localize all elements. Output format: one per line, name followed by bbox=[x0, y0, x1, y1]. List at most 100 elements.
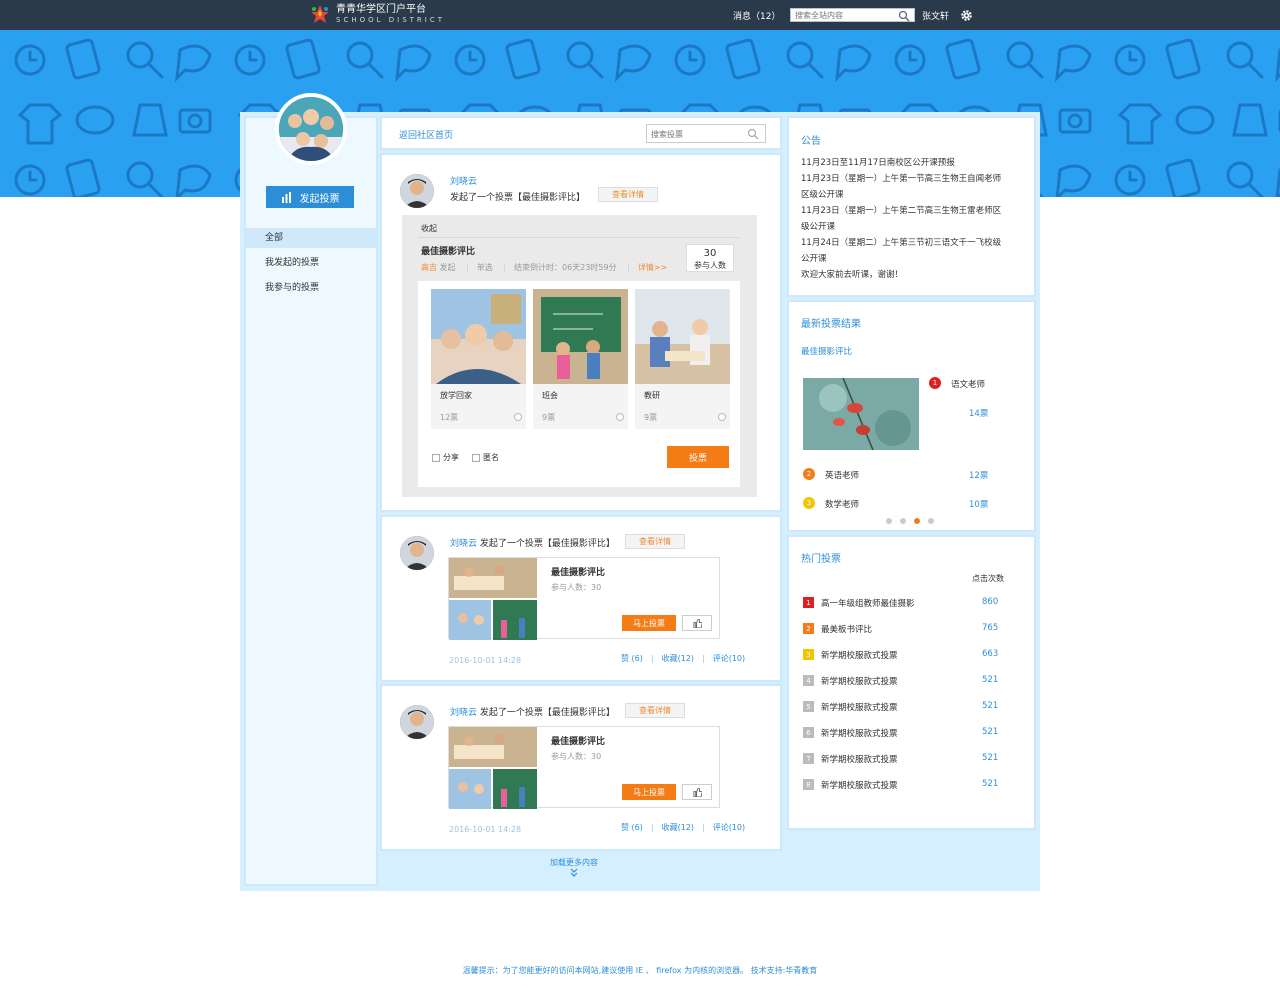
notice-line[interactable]: 区级公开课 bbox=[801, 187, 1026, 203]
hot-vote-count: 521 bbox=[982, 701, 999, 711]
back-to-community-link[interactable]: 返回社区首页 bbox=[399, 128, 453, 141]
collapse-link[interactable]: 收起 bbox=[421, 223, 437, 234]
vote-now-button[interactable]: 马上投票 bbox=[622, 784, 676, 800]
anonymous-checkbox[interactable]: 匿名 bbox=[472, 452, 499, 463]
carousel-dot[interactable] bbox=[900, 518, 906, 524]
rank-square: 1 bbox=[803, 597, 814, 608]
sidebar-item-my-joined[interactable]: 我参与的投票 bbox=[246, 278, 376, 298]
feed-action-text: 发起了一个投票【最佳摄影评比】 bbox=[450, 193, 586, 203]
details-link[interactable]: 详情>> bbox=[638, 263, 667, 272]
vote-option-card[interactable]: 班会 9票 bbox=[533, 289, 628, 429]
favorite-count[interactable]: 收藏(12) bbox=[662, 654, 694, 663]
notice-line[interactable]: 11月23日（星期一）上午第二节高三生物王雷老师区 bbox=[801, 203, 1026, 219]
user-name[interactable]: 张文轩 bbox=[922, 9, 949, 22]
option-photo bbox=[635, 289, 730, 384]
hot-vote-count: 860 bbox=[982, 597, 999, 607]
results-subtitle[interactable]: 最佳摄影评比 bbox=[801, 345, 852, 357]
like-button[interactable] bbox=[682, 784, 712, 800]
rank-square: 8 bbox=[803, 779, 814, 790]
rank-badge: 3 bbox=[803, 497, 815, 509]
hot-vote-row[interactable]: 7 新学期校服款式投票 521 bbox=[803, 752, 1023, 766]
feed-action-text: 发起了一个投票【最佳摄影评比】 bbox=[479, 539, 615, 549]
post-time: 2016-10-01 14:28 bbox=[449, 825, 522, 834]
notice-title: 公告 bbox=[801, 136, 821, 147]
comment-count[interactable]: 评论(10) bbox=[713, 823, 745, 832]
notice-line[interactable]: 级公开课 bbox=[801, 219, 1026, 235]
hot-vote-count: 521 bbox=[982, 779, 999, 789]
view-details-button[interactable]: 查看详情 bbox=[625, 703, 685, 718]
hot-vote-count: 663 bbox=[982, 649, 999, 659]
notice-line[interactable]: 11月23日至11月17日南校区公开课预报 bbox=[801, 155, 1026, 171]
participant-count: 30 bbox=[703, 248, 717, 259]
hot-vote-row[interactable]: 2 最美板书评比 765 bbox=[803, 622, 1023, 636]
hot-vote-row[interactable]: 4 新学期校服款式投票 521 bbox=[803, 674, 1023, 688]
notice-line[interactable]: 公开课 bbox=[801, 251, 1026, 267]
user-avatar[interactable] bbox=[400, 705, 434, 739]
vote-preview-card[interactable]: 最佳摄影评比 参与人数：30 马上投票 bbox=[448, 557, 720, 640]
result-votes: 14票 bbox=[969, 409, 989, 419]
hot-vote-row[interactable]: 8 新学期校服款式投票 521 bbox=[803, 778, 1023, 792]
bar-chart-icon bbox=[281, 191, 291, 203]
hot-vote-row[interactable]: 5 新学期校服款式投票 521 bbox=[803, 700, 1023, 714]
feed-headline: 刘晓云 发起了一个投票【最佳摄影评比】 bbox=[450, 705, 615, 718]
gear-icon[interactable] bbox=[960, 9, 973, 22]
post-time: 2016-10-01 14:28 bbox=[449, 656, 522, 665]
like-count[interactable]: 赞 (6) bbox=[621, 823, 643, 832]
started-text: 发起 bbox=[439, 263, 456, 272]
starter-name[interactable]: 高吉 bbox=[421, 263, 437, 272]
site-search-box bbox=[790, 8, 915, 22]
view-details-button[interactable]: 查看详情 bbox=[598, 187, 658, 202]
notice-line[interactable]: 11月24日（星期二）上午第三节初三语文千一飞校级 bbox=[801, 235, 1026, 251]
feed-user-name[interactable]: 刘晓云 bbox=[450, 539, 477, 549]
search-icon[interactable] bbox=[747, 128, 759, 140]
vote-now-button[interactable]: 马上投票 bbox=[622, 615, 676, 631]
view-details-button[interactable]: 查看详情 bbox=[625, 534, 685, 549]
messages-link[interactable]: 消息（12） bbox=[733, 9, 780, 22]
option-radio[interactable] bbox=[616, 413, 624, 421]
feed-headline: 刘晓云 发起了一个投票【最佳摄影评比】 bbox=[450, 536, 615, 549]
preview-title: 最佳摄影评比 bbox=[551, 568, 606, 578]
load-more-button[interactable]: 加载更多内容 bbox=[548, 857, 600, 880]
sidebar-item-all[interactable]: 全部 bbox=[246, 228, 376, 248]
user-avatar[interactable] bbox=[400, 536, 434, 570]
option-radio[interactable] bbox=[514, 413, 522, 421]
search-icon[interactable] bbox=[898, 10, 910, 22]
option-radio[interactable] bbox=[718, 413, 726, 421]
start-vote-label: 发起投票 bbox=[299, 193, 340, 205]
vote-preview-card[interactable]: 最佳摄影评比 参与人数：30 马上投票 bbox=[448, 726, 720, 809]
participant-count-box: 30 参与人数 bbox=[686, 244, 734, 272]
user-avatar[interactable] bbox=[400, 174, 434, 208]
comment-count[interactable]: 评论(10) bbox=[713, 654, 745, 663]
feed-user-name[interactable]: 刘晓云 bbox=[450, 174, 477, 187]
results-title: 最新投票结果 bbox=[801, 319, 861, 330]
preview-participants: 参与人数：30 bbox=[551, 752, 602, 761]
feed-user-name[interactable]: 刘晓云 bbox=[450, 708, 477, 718]
winner-photo bbox=[803, 378, 919, 450]
hot-votes-panel: 热门投票 点击次数 1 高一年级组教师最佳摄影 860 2 最美板书评比 765 3 新学期校… bbox=[787, 535, 1036, 830]
vote-option-card[interactable]: 放学回家 12票 bbox=[431, 289, 526, 429]
notice-line[interactable]: 11月23日（星期一）上午第一节高三生物王自闻老师 bbox=[801, 171, 1026, 187]
vote-search-box bbox=[646, 124, 766, 143]
hot-vote-row[interactable]: 1 高一年级组教师最佳摄影 860 bbox=[803, 596, 1023, 610]
share-checkbox[interactable]: 分享 bbox=[432, 452, 459, 463]
favorite-count[interactable]: 收藏(12) bbox=[662, 823, 694, 832]
option-votes: 9票 bbox=[644, 413, 658, 422]
hot-vote-name: 最美板书评比 bbox=[821, 625, 873, 635]
vote-search-input[interactable] bbox=[651, 128, 741, 140]
site-logo[interactable]: 青青华学区门户平台 SCHOOL DISTRICT bbox=[310, 3, 445, 25]
start-vote-button[interactable]: 发起投票 bbox=[266, 186, 354, 208]
sidebar-item-my-started[interactable]: 我发起的投票 bbox=[246, 253, 376, 273]
site-search-input[interactable] bbox=[795, 10, 895, 21]
like-button[interactable] bbox=[682, 615, 712, 631]
vote-submit-button[interactable]: 投票 bbox=[667, 446, 729, 468]
carousel-dot[interactable] bbox=[886, 518, 892, 524]
option-photo bbox=[431, 289, 526, 384]
hot-vote-row[interactable]: 3 新学期校服款式投票 663 bbox=[803, 648, 1023, 662]
hot-vote-row[interactable]: 6 新学期校服款式投票 521 bbox=[803, 726, 1023, 740]
carousel-dot-active[interactable] bbox=[914, 518, 920, 524]
vote-option-card[interactable]: 教研 9票 bbox=[635, 289, 730, 429]
like-count[interactable]: 赞 (6) bbox=[621, 654, 643, 663]
divider bbox=[418, 237, 740, 238]
logo-subtitle: SCHOOL DISTRICT bbox=[336, 15, 446, 24]
carousel-dot[interactable] bbox=[928, 518, 934, 524]
